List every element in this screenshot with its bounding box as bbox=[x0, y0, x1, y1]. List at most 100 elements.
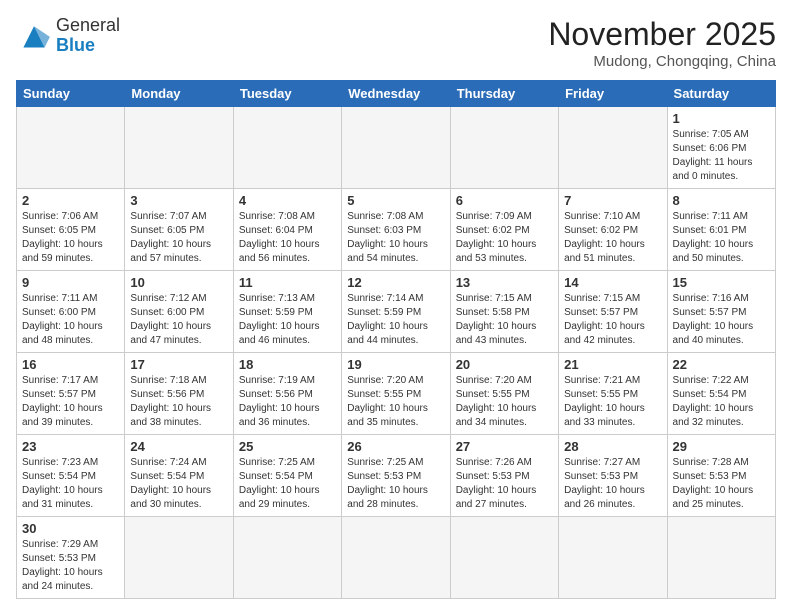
day-number: 22 bbox=[673, 357, 770, 372]
day-number: 23 bbox=[22, 439, 119, 454]
day-info: Sunrise: 7:13 AMSunset: 5:59 PMDaylight:… bbox=[239, 292, 336, 348]
day-number: 16 bbox=[22, 357, 119, 372]
day-info: Sunrise: 7:25 AMSunset: 5:53 PMDaylight:… bbox=[347, 456, 444, 512]
day-number: 17 bbox=[130, 357, 227, 372]
logo-icon bbox=[16, 21, 52, 51]
day-number: 8 bbox=[673, 193, 770, 208]
weekday-header: Tuesday bbox=[233, 81, 341, 107]
calendar-cell: 4 Sunrise: 7:08 AMSunset: 6:04 PMDaylight… bbox=[233, 189, 341, 271]
calendar-cell: 12 Sunrise: 7:14 AMSunset: 5:59 PMDayligh… bbox=[342, 271, 450, 353]
calendar-cell bbox=[342, 517, 450, 599]
day-info: Sunrise: 7:10 AMSunset: 6:02 PMDaylight:… bbox=[564, 210, 661, 266]
day-number: 30 bbox=[22, 521, 119, 536]
weekday-header: Thursday bbox=[450, 81, 558, 107]
calendar-cell: 22 Sunrise: 7:22 AMSunset: 5:54 PMDayligh… bbox=[667, 353, 775, 435]
weekday-header: Friday bbox=[559, 81, 667, 107]
calendar-week-row: 30 Sunrise: 7:29 AMSunset: 5:53 PMDayligh… bbox=[17, 517, 776, 599]
day-info: Sunrise: 7:06 AMSunset: 6:05 PMDaylight:… bbox=[22, 210, 119, 266]
calendar-cell: 6Sunrise: 7:09 AMSunset: 6:02 PMDaylight… bbox=[450, 189, 558, 271]
calendar-cell: 24 Sunrise: 7:24 AMSunset: 5:54 PMDayligh… bbox=[125, 435, 233, 517]
calendar-cell bbox=[342, 107, 450, 189]
calendar-cell bbox=[233, 107, 341, 189]
day-number: 14 bbox=[564, 275, 661, 290]
day-number: 11 bbox=[239, 275, 336, 290]
day-info: Sunrise: 7:08 AMSunset: 6:04 PMDaylight:… bbox=[239, 210, 336, 266]
day-number: 7 bbox=[564, 193, 661, 208]
calendar-cell: 25Sunrise: 7:25 AMSunset: 5:54 PMDayligh… bbox=[233, 435, 341, 517]
day-info: Sunrise: 7:07 AMSunset: 6:05 PMDaylight:… bbox=[130, 210, 227, 266]
calendar-cell bbox=[233, 517, 341, 599]
day-info: Sunrise: 7:08 AMSunset: 6:03 PMDaylight:… bbox=[347, 210, 444, 266]
day-info: Sunrise: 7:27 AMSunset: 5:53 PMDaylight:… bbox=[564, 456, 661, 512]
calendar-cell: 27Sunrise: 7:26 AMSunset: 5:53 PMDayligh… bbox=[450, 435, 558, 517]
calendar-cell bbox=[17, 107, 125, 189]
day-info: Sunrise: 7:16 AMSunset: 5:57 PMDaylight:… bbox=[673, 292, 770, 348]
day-number: 26 bbox=[347, 439, 444, 454]
calendar-cell: 21Sunrise: 7:21 AMSunset: 5:55 PMDayligh… bbox=[559, 353, 667, 435]
calendar-week-row: 23 Sunrise: 7:23 AMSunset: 5:54 PMDayligh… bbox=[17, 435, 776, 517]
day-number: 15 bbox=[673, 275, 770, 290]
logo: General Blue bbox=[16, 16, 120, 56]
day-number: 3 bbox=[130, 193, 227, 208]
calendar-cell: 20 Sunrise: 7:20 AMSunset: 5:55 PMDayligh… bbox=[450, 353, 558, 435]
weekday-header-row: SundayMondayTuesdayWednesdayThursdayFrid… bbox=[17, 81, 776, 107]
calendar-cell: 18 Sunrise: 7:19 AMSunset: 5:56 PMDayligh… bbox=[233, 353, 341, 435]
calendar-cell bbox=[667, 517, 775, 599]
day-info: Sunrise: 7:18 AMSunset: 5:56 PMDaylight:… bbox=[130, 374, 227, 430]
calendar-cell bbox=[125, 107, 233, 189]
calendar-cell: 5 Sunrise: 7:08 AMSunset: 6:03 PMDaylight… bbox=[342, 189, 450, 271]
day-number: 28 bbox=[564, 439, 661, 454]
calendar-cell bbox=[450, 107, 558, 189]
day-info: Sunrise: 7:29 AMSunset: 5:53 PMDaylight:… bbox=[22, 538, 119, 594]
day-number: 10 bbox=[130, 275, 227, 290]
calendar-cell: 9Sunrise: 7:11 AMSunset: 6:00 PMDaylight… bbox=[17, 271, 125, 353]
logo-general: General bbox=[56, 16, 120, 36]
title-area: November 2025 Mudong, Chongqing, China bbox=[548, 16, 776, 70]
header: General Blue November 2025 Mudong, Chong… bbox=[16, 16, 776, 70]
calendar-cell: 10 Sunrise: 7:12 AMSunset: 6:00 PMDayligh… bbox=[125, 271, 233, 353]
day-number: 20 bbox=[456, 357, 553, 372]
day-info: Sunrise: 7:20 AMSunset: 5:55 PMDaylight:… bbox=[456, 374, 553, 430]
calendar-cell: 17 Sunrise: 7:18 AMSunset: 5:56 PMDayligh… bbox=[125, 353, 233, 435]
day-info: Sunrise: 7:12 AMSunset: 6:00 PMDaylight:… bbox=[130, 292, 227, 348]
calendar-cell: 30 Sunrise: 7:29 AMSunset: 5:53 PMDayligh… bbox=[17, 517, 125, 599]
day-info: Sunrise: 7:23 AMSunset: 5:54 PMDaylight:… bbox=[22, 456, 119, 512]
day-info: Sunrise: 7:15 AMSunset: 5:57 PMDaylight:… bbox=[564, 292, 661, 348]
day-number: 5 bbox=[347, 193, 444, 208]
calendar-week-row: 2Sunrise: 7:06 AMSunset: 6:05 PMDaylight… bbox=[17, 189, 776, 271]
calendar-cell: 2Sunrise: 7:06 AMSunset: 6:05 PMDaylight… bbox=[17, 189, 125, 271]
day-number: 18 bbox=[239, 357, 336, 372]
month-title: November 2025 bbox=[548, 16, 776, 53]
day-info: Sunrise: 7:24 AMSunset: 5:54 PMDaylight:… bbox=[130, 456, 227, 512]
day-number: 21 bbox=[564, 357, 661, 372]
calendar-week-row: 16 Sunrise: 7:17 AMSunset: 5:57 PMDayligh… bbox=[17, 353, 776, 435]
day-info: Sunrise: 7:15 AMSunset: 5:58 PMDaylight:… bbox=[456, 292, 553, 348]
day-number: 29 bbox=[673, 439, 770, 454]
day-info: Sunrise: 7:05 AMSunset: 6:06 PMDaylight:… bbox=[673, 128, 770, 184]
day-number: 24 bbox=[130, 439, 227, 454]
day-number: 19 bbox=[347, 357, 444, 372]
day-info: Sunrise: 7:28 AMSunset: 5:53 PMDaylight:… bbox=[673, 456, 770, 512]
day-number: 4 bbox=[239, 193, 336, 208]
day-number: 1 bbox=[673, 111, 770, 126]
day-info: Sunrise: 7:09 AMSunset: 6:02 PMDaylight:… bbox=[456, 210, 553, 266]
day-info: Sunrise: 7:25 AMSunset: 5:54 PMDaylight:… bbox=[239, 456, 336, 512]
calendar-cell: 29 Sunrise: 7:28 AMSunset: 5:53 PMDayligh… bbox=[667, 435, 775, 517]
calendar-cell: 3 Sunrise: 7:07 AMSunset: 6:05 PMDaylight… bbox=[125, 189, 233, 271]
calendar-cell: 16 Sunrise: 7:17 AMSunset: 5:57 PMDayligh… bbox=[17, 353, 125, 435]
weekday-header: Wednesday bbox=[342, 81, 450, 107]
day-number: 12 bbox=[347, 275, 444, 290]
day-info: Sunrise: 7:20 AMSunset: 5:55 PMDaylight:… bbox=[347, 374, 444, 430]
calendar-cell: 23 Sunrise: 7:23 AMSunset: 5:54 PMDayligh… bbox=[17, 435, 125, 517]
calendar-cell bbox=[559, 517, 667, 599]
calendar-cell: 28 Sunrise: 7:27 AMSunset: 5:53 PMDayligh… bbox=[559, 435, 667, 517]
day-info: Sunrise: 7:22 AMSunset: 5:54 PMDaylight:… bbox=[673, 374, 770, 430]
calendar-cell: 14 Sunrise: 7:15 AMSunset: 5:57 PMDayligh… bbox=[559, 271, 667, 353]
day-info: Sunrise: 7:14 AMSunset: 5:59 PMDaylight:… bbox=[347, 292, 444, 348]
day-info: Sunrise: 7:11 AMSunset: 6:00 PMDaylight:… bbox=[22, 292, 119, 348]
weekday-header: Saturday bbox=[667, 81, 775, 107]
day-number: 27 bbox=[456, 439, 553, 454]
logo-text: General Blue bbox=[56, 16, 120, 56]
day-info: Sunrise: 7:19 AMSunset: 5:56 PMDaylight:… bbox=[239, 374, 336, 430]
day-info: Sunrise: 7:17 AMSunset: 5:57 PMDaylight:… bbox=[22, 374, 119, 430]
